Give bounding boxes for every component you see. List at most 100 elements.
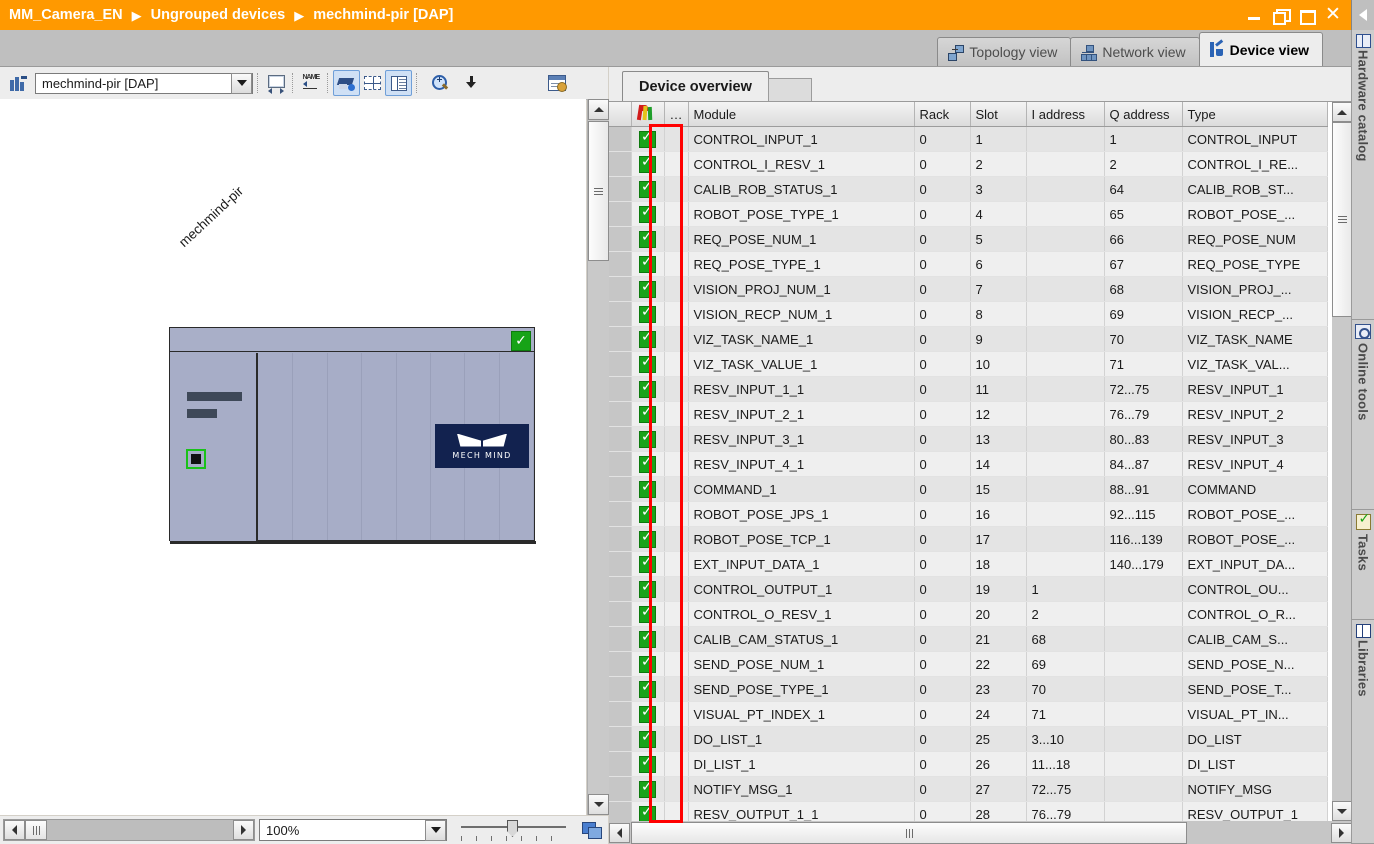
slot-cell[interactable]: [397, 353, 431, 540]
row-slot[interactable]: 16: [970, 502, 1026, 527]
device-graphic-pane[interactable]: mechmind-pir ✓: [0, 99, 586, 815]
row-status-ok-icon[interactable]: [631, 677, 664, 702]
row-status-ok-icon[interactable]: [631, 602, 664, 627]
row-q-address[interactable]: [1104, 677, 1182, 702]
row-type[interactable]: RESV_INPUT_3: [1182, 427, 1327, 452]
row-q-address[interactable]: [1104, 602, 1182, 627]
row-slot[interactable]: 4: [970, 202, 1026, 227]
row-slot[interactable]: 2: [970, 152, 1026, 177]
table-row[interactable]: RESV_INPUT_3_101380...83RESV_INPUT_3: [609, 427, 1327, 452]
row-type[interactable]: CONTROL_OU...: [1182, 577, 1327, 602]
row-comment[interactable]: [664, 177, 688, 202]
row-module[interactable]: VISION_PROJ_NUM_1: [688, 277, 914, 302]
row-q-address[interactable]: [1104, 777, 1182, 802]
row-comment[interactable]: [664, 402, 688, 427]
row-comment[interactable]: [664, 202, 688, 227]
row-rack[interactable]: 0: [914, 727, 970, 752]
scroll-right-button[interactable]: [233, 820, 254, 840]
row-type[interactable]: NOTIFY_MSG: [1182, 777, 1327, 802]
row-slot[interactable]: 27: [970, 777, 1026, 802]
device-rack[interactable]: ✓ MECH MIND: [169, 327, 535, 541]
row-grip[interactable]: [609, 752, 631, 777]
panel-libraries[interactable]: Libraries: [1352, 620, 1374, 844]
row-grip[interactable]: [609, 352, 631, 377]
row-grip[interactable]: [609, 177, 631, 202]
device-overview-icon[interactable]: [385, 70, 412, 96]
row-rack[interactable]: 0: [914, 427, 970, 452]
row-q-address[interactable]: 92...115: [1104, 502, 1182, 527]
row-module[interactable]: CALIB_ROB_STATUS_1: [688, 177, 914, 202]
row-q-address[interactable]: 88...91: [1104, 477, 1182, 502]
row-comment[interactable]: [664, 727, 688, 752]
row-status-ok-icon[interactable]: [631, 502, 664, 527]
row-status-ok-icon[interactable]: [631, 327, 664, 352]
row-slot[interactable]: 20: [970, 602, 1026, 627]
row-comment[interactable]: [664, 752, 688, 777]
row-i-address[interactable]: [1026, 177, 1104, 202]
row-rack[interactable]: 0: [914, 552, 970, 577]
row-status-ok-icon[interactable]: [631, 702, 664, 727]
row-module[interactable]: SEND_POSE_NUM_1: [688, 652, 914, 677]
slot-cell[interactable]: [362, 353, 396, 540]
row-slot[interactable]: 6: [970, 252, 1026, 277]
row-type[interactable]: DO_LIST: [1182, 727, 1327, 752]
row-slot[interactable]: 23: [970, 677, 1026, 702]
row-q-address[interactable]: [1104, 752, 1182, 777]
row-module[interactable]: RESV_INPUT_4_1: [688, 452, 914, 477]
row-q-address[interactable]: 84...87: [1104, 452, 1182, 477]
table-row[interactable]: CONTROL_I_RESV_1022CONTROL_I_RE...: [609, 152, 1327, 177]
row-type[interactable]: VISION_RECP_...: [1182, 302, 1327, 327]
table-row[interactable]: REQ_POSE_TYPE_10667REQ_POSE_TYPE: [609, 252, 1327, 277]
table-row[interactable]: ROBOT_POSE_JPS_101692...115ROBOT_POSE_..…: [609, 502, 1327, 527]
device-selector-dropdown-button[interactable]: [231, 73, 252, 94]
row-rack[interactable]: 0: [914, 377, 970, 402]
row-i-address[interactable]: [1026, 327, 1104, 352]
row-status-ok-icon[interactable]: [631, 452, 664, 477]
row-i-address[interactable]: [1026, 402, 1104, 427]
zoom-dropdown-button[interactable]: [425, 820, 446, 841]
row-status-ok-icon[interactable]: [631, 527, 664, 552]
row-grip[interactable]: [609, 252, 631, 277]
row-q-address[interactable]: 80...83: [1104, 427, 1182, 452]
row-status-ok-icon[interactable]: [631, 427, 664, 452]
scroll-left-button[interactable]: [609, 823, 630, 843]
row-slot[interactable]: 3: [970, 177, 1026, 202]
row-comment[interactable]: [664, 352, 688, 377]
row-rack[interactable]: 0: [914, 702, 970, 727]
row-comment[interactable]: [664, 302, 688, 327]
row-module[interactable]: REQ_POSE_NUM_1: [688, 227, 914, 252]
ethernet-port-icon[interactable]: [186, 449, 206, 469]
rename-icon[interactable]: NAME: [298, 71, 323, 95]
zoom-level-combo[interactable]: 100%: [259, 819, 447, 841]
cpu-module[interactable]: [170, 353, 258, 541]
row-slot[interactable]: 25: [970, 727, 1026, 752]
row-grip[interactable]: [609, 727, 631, 752]
graphic-horizontal-scrollbar[interactable]: [3, 819, 255, 841]
row-comment[interactable]: [664, 577, 688, 602]
row-q-address[interactable]: 70: [1104, 327, 1182, 352]
row-rack[interactable]: 0: [914, 327, 970, 352]
device-selector[interactable]: mechmind-pir [DAP]: [35, 73, 253, 94]
row-module[interactable]: VIZ_TASK_NAME_1: [688, 327, 914, 352]
layers-icon[interactable]: [580, 819, 602, 841]
row-type[interactable]: ROBOT_POSE_...: [1182, 202, 1327, 227]
row-module[interactable]: NOTIFY_MSG_1: [688, 777, 914, 802]
row-module[interactable]: EXT_INPUT_DATA_1: [688, 552, 914, 577]
row-rack[interactable]: 0: [914, 227, 970, 252]
table-row[interactable]: EXT_INPUT_DATA_1018140...179EXT_INPUT_DA…: [609, 552, 1327, 577]
row-slot[interactable]: 22: [970, 652, 1026, 677]
row-type[interactable]: ROBOT_POSE_...: [1182, 527, 1327, 552]
row-i-address[interactable]: 70: [1026, 677, 1104, 702]
row-type[interactable]: CONTROL_I_RE...: [1182, 152, 1327, 177]
row-status-ok-icon[interactable]: [631, 777, 664, 802]
row-i-address[interactable]: [1026, 452, 1104, 477]
row-status-ok-icon[interactable]: [631, 252, 664, 277]
row-module[interactable]: RESV_INPUT_1_1: [688, 377, 914, 402]
close-icon[interactable]: ✕: [1325, 8, 1340, 23]
row-rack[interactable]: 0: [914, 677, 970, 702]
col-header-i-address[interactable]: I address: [1026, 102, 1104, 127]
row-status-ok-icon[interactable]: [631, 627, 664, 652]
row-rack[interactable]: 0: [914, 127, 970, 152]
table-vertical-scrollbar[interactable]: [1332, 102, 1352, 821]
row-type[interactable]: EXT_INPUT_DA...: [1182, 552, 1327, 577]
